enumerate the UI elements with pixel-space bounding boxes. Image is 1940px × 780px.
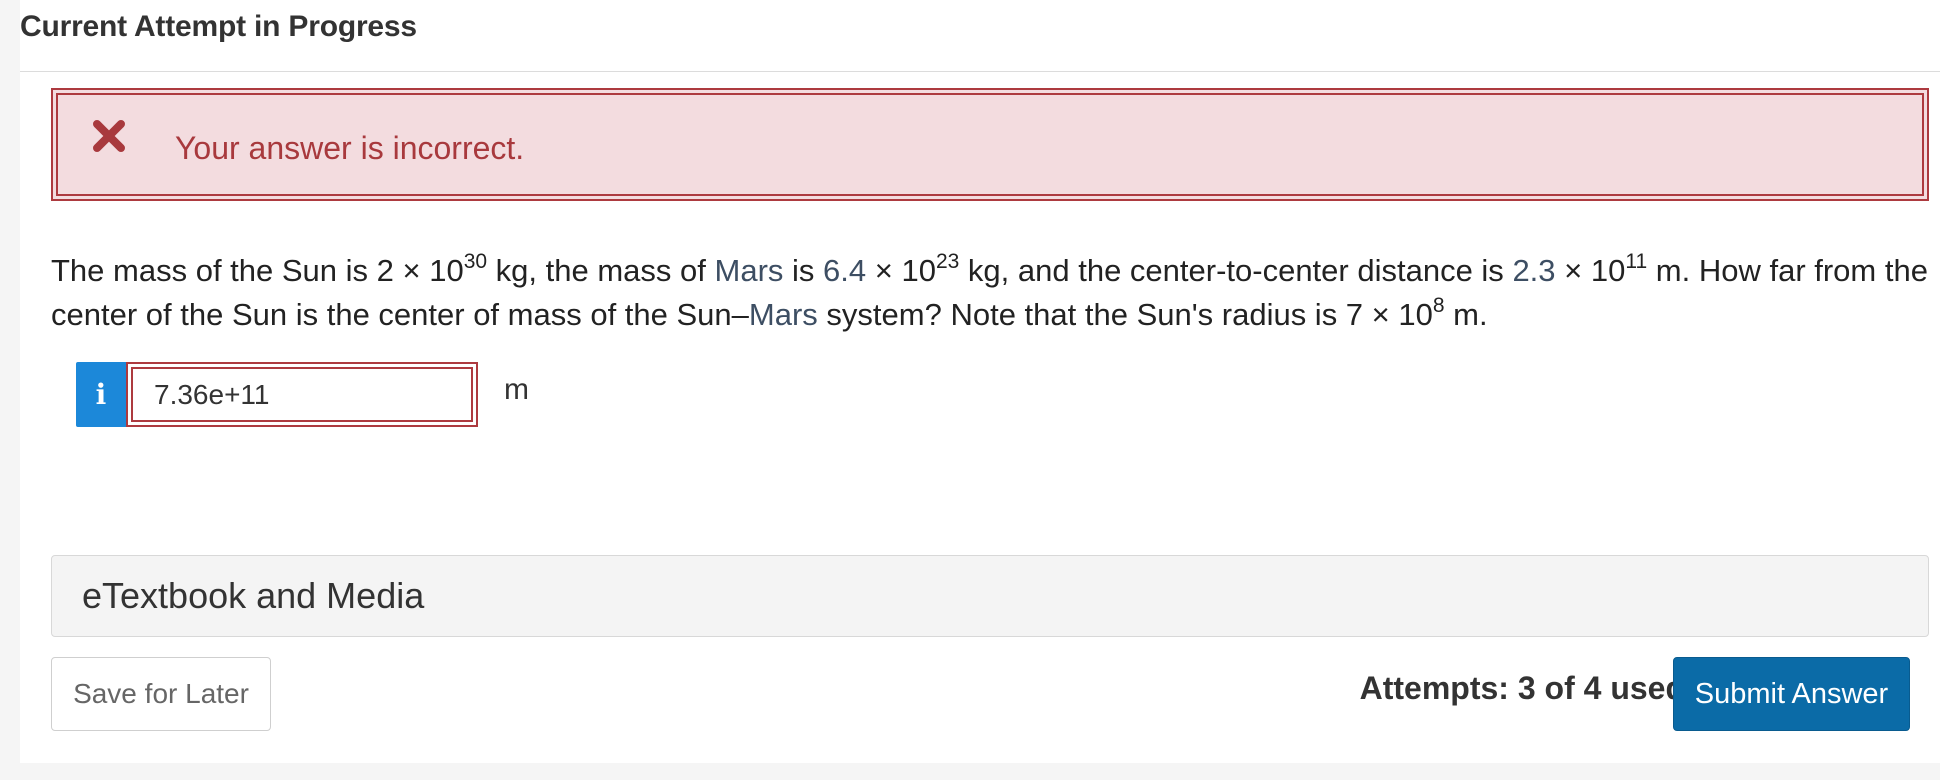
- answer-input[interactable]: [126, 362, 478, 427]
- save-for-later-button[interactable]: Save for Later: [51, 657, 271, 731]
- incorrect-alert: Your answer is incorrect.: [51, 88, 1929, 201]
- exponent: 8: [1432, 294, 1445, 317]
- question-segment: is: [783, 253, 824, 288]
- question-segment: system? Note that the Sun's radius is 7 …: [817, 297, 1433, 332]
- exponent: 23: [935, 250, 960, 273]
- close-icon: [93, 120, 125, 152]
- distance-coefficient: 2.3: [1512, 253, 1556, 288]
- question-segment: × 10: [866, 253, 936, 288]
- exponent: 11: [1625, 250, 1648, 273]
- alert-message: Your answer is incorrect.: [175, 130, 525, 166]
- question-panel: Current Attempt in Progress Your answer …: [20, 0, 1940, 763]
- header: Current Attempt in Progress: [20, 0, 1940, 72]
- planet-name: Mars: [714, 253, 784, 288]
- attempts-counter: Attempts: 3 of 4 used: [1359, 670, 1685, 706]
- etextbook-media-toggle[interactable]: eTextbook and Media: [51, 555, 1929, 637]
- planet-mass-coefficient: 6.4: [823, 253, 867, 288]
- exponent: 30: [463, 250, 488, 273]
- planet-name: Mars: [748, 297, 818, 332]
- question-segment: × 10: [1555, 253, 1626, 288]
- submit-answer-button[interactable]: Submit Answer: [1673, 657, 1910, 731]
- page-title: Current Attempt in Progress: [20, 10, 417, 43]
- info-icon[interactable]: i: [76, 362, 126, 427]
- media-title: eTextbook and Media: [82, 575, 425, 616]
- question-segment: The mass of the Sun is 2 × 10: [51, 253, 464, 288]
- question-segment: kg, and the center-to-center distance is: [959, 253, 1513, 288]
- question-text: The mass of the Sun is 2 × 1030 kg, the …: [51, 249, 1931, 337]
- question-segment: kg, the mass of: [487, 253, 715, 288]
- answer-unit: m: [504, 373, 529, 406]
- question-segment: m.: [1444, 297, 1488, 332]
